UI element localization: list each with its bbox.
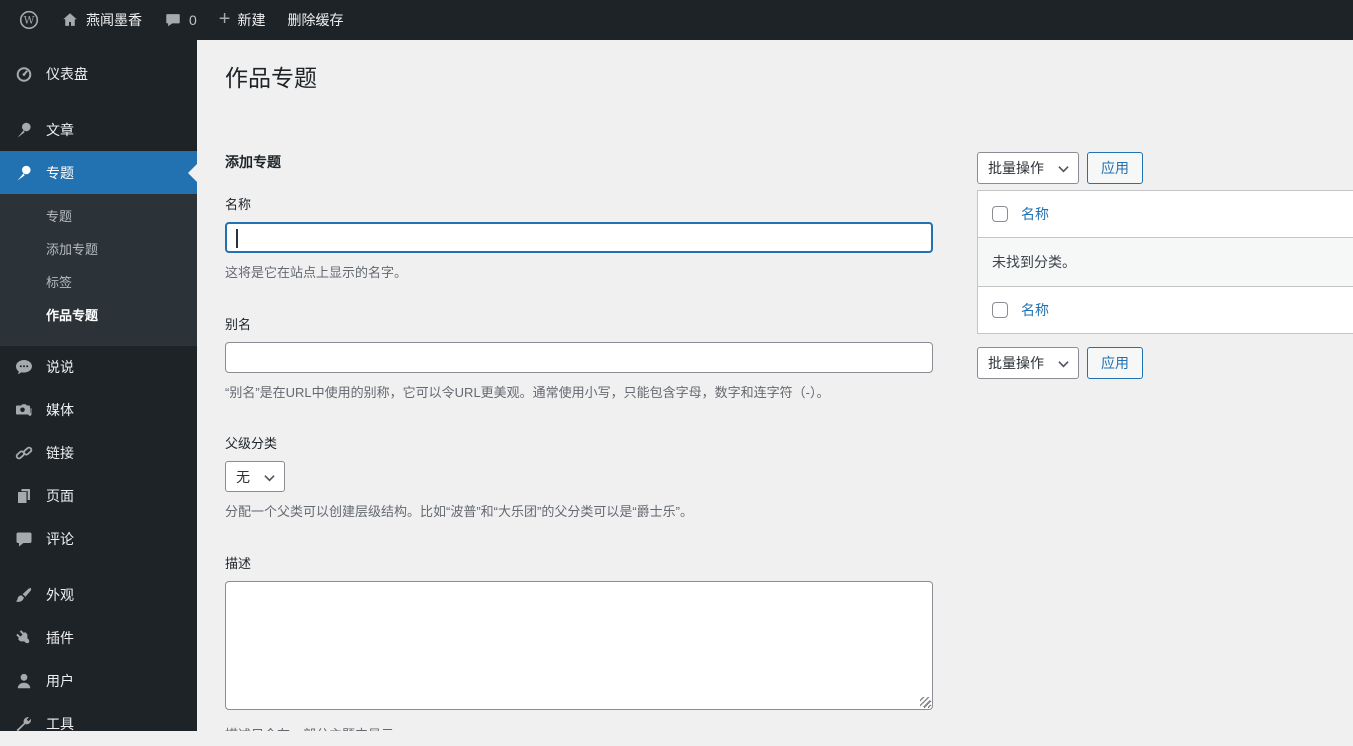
select-all-checkbox[interactable] <box>992 205 1008 222</box>
pin-icon <box>14 163 34 183</box>
parent-category-select[interactable]: 无 <box>225 461 285 493</box>
parent-label: 父级分类 <box>225 436 278 452</box>
slug-input[interactable] <box>225 341 933 373</box>
slug-label: 别名 <box>225 316 252 332</box>
sidebar-item-label: 评论 <box>46 531 74 548</box>
terms-list: 批量操作 应用 名称 未找到分类。 名称 批量操作 应用 <box>977 151 1353 731</box>
empty-row: 未找到分类。 <box>978 236 1353 287</box>
sidebar-item-users[interactable]: 用户 <box>0 660 197 703</box>
submenu-item-topics[interactable]: 专题 <box>0 201 197 234</box>
user-icon <box>14 671 34 691</box>
text-caret <box>236 228 238 248</box>
pin-icon <box>14 120 34 140</box>
form-heading: 添加专题 <box>225 153 281 170</box>
menu-separator <box>0 95 197 108</box>
sidebar-item-label: 媒体 <box>46 402 74 419</box>
slug-help: “别名”是在URL中使用的别称，它可以令URL更美观。通常使用小写，只能包含字母… <box>225 384 830 400</box>
sidebar-item-shuoshuo[interactable]: 说说 <box>0 346 197 389</box>
chat-dots-icon <box>14 357 34 377</box>
site-name-menu[interactable]: 燕闻墨香 <box>50 0 153 40</box>
sidebar-item-label: 工具 <box>46 716 74 733</box>
brush-icon <box>14 585 34 605</box>
link-icon <box>14 443 34 463</box>
sidebar-item-media[interactable]: 媒体 <box>0 389 197 432</box>
sidebar-item-label: 插件 <box>46 630 74 647</box>
description-help: 描述只会在一部分主题中显示。 <box>225 724 933 731</box>
sidebar-item-label: 用户 <box>46 673 74 690</box>
terms-table: 名称 未找到分类。 名称 <box>977 189 1353 334</box>
plus-icon: + <box>218 8 231 30</box>
dashboard-icon <box>14 64 34 84</box>
parent-field: 父级分类 无 分配一个父类可以创建层级结构。比如“波普”和“大乐团”的父分类可以… <box>225 433 933 524</box>
comments-menu[interactable]: 0 <box>153 0 208 40</box>
table-footer-row: 名称 <box>978 287 1353 333</box>
sidebar-item-label: 文章 <box>46 121 74 138</box>
sidebar-item-topics[interactable]: 专题 <box>0 151 197 194</box>
bulk-actions-top: 批量操作 应用 <box>977 151 1353 184</box>
parent-select-value: 无 <box>236 468 250 485</box>
table-header-row: 名称 <box>978 191 1353 237</box>
comment-icon <box>14 529 34 549</box>
submenu-item-add-topic[interactable]: 添加专题 <box>0 234 197 267</box>
slug-field: 别名 “别名”是在URL中使用的别称，它可以令URL更美观。通常使用小写，只能包… <box>225 314 933 405</box>
sidebar-item-tools[interactable]: 工具 <box>0 703 197 746</box>
description-label: 描述 <box>225 556 252 572</box>
site-name-label: 燕闻墨香 <box>86 12 142 28</box>
comment-count: 0 <box>189 12 197 28</box>
new-content-menu[interactable]: + 新建 <box>208 0 277 40</box>
wrench-icon <box>14 714 34 734</box>
add-term-form: 添加专题 名称 这将是它在站点上显示的名字。 别名 “别名”是在URL中使用的别… <box>225 152 933 731</box>
sidebar-item-appearance[interactable]: 外观 <box>0 574 197 617</box>
sidebar-item-label: 链接 <box>46 445 74 462</box>
name-label: 名称 <box>225 196 252 212</box>
submenu-item-tags[interactable]: 标签 <box>0 267 197 300</box>
name-help: 这将是它在站点上显示的名字。 <box>225 264 408 280</box>
wordpress-logo-menu[interactable]: W <box>8 0 50 40</box>
apply-button[interactable]: 应用 <box>1087 346 1143 379</box>
topics-submenu: 专题 添加专题 标签 作品专题 <box>0 194 197 346</box>
delete-cache-label: 删除缓存 <box>287 12 344 28</box>
bulk-actions-select[interactable]: 批量操作 <box>977 346 1079 379</box>
sidebar-item-label: 仪表盘 <box>46 65 88 82</box>
chevron-down-icon <box>1058 160 1069 176</box>
name-column-footer[interactable]: 名称 <box>1021 300 1049 320</box>
chevron-down-icon <box>1058 355 1069 371</box>
apply-button[interactable]: 应用 <box>1087 151 1143 184</box>
submenu-item-work-topics[interactable]: 作品专题 <box>0 300 197 333</box>
parent-help: 分配一个父类可以创建层级结构。比如“波普”和“大乐团”的父分类可以是“爵士乐”。 <box>225 504 693 520</box>
sidebar-item-pages[interactable]: 页面 <box>0 475 197 518</box>
admin-bar: W 燕闻墨香 0 + 新建 删除缓存 <box>0 0 1353 40</box>
sidebar-item-posts[interactable]: 文章 <box>0 108 197 151</box>
svg-text:W: W <box>24 15 35 27</box>
wordpress-logo-icon: W <box>19 10 39 30</box>
sidebar-item-label: 专题 <box>46 164 74 181</box>
sidebar-item-label: 外观 <box>46 587 74 604</box>
sidebar-item-label: 页面 <box>46 488 74 505</box>
pages-icon <box>14 486 34 506</box>
admin-sidebar: 仪表盘 文章 专题 专题 添加专题 标签 作品专题 说说 媒体 链接 页面 评论… <box>0 40 197 732</box>
chevron-down-icon <box>264 469 275 485</box>
name-field: 名称 这将是它在站点上显示的名字。 <box>225 194 933 285</box>
select-all-checkbox[interactable] <box>992 301 1008 318</box>
name-column-header[interactable]: 名称 <box>1021 204 1049 224</box>
sidebar-item-plugins[interactable]: 插件 <box>0 617 197 660</box>
home-icon <box>61 11 79 29</box>
description-field: 描述 描述只会在一部分主题中显示。 <box>225 553 933 731</box>
main-content: 作品专题 添加专题 名称 这将是它在站点上显示的名字。 别名 “别名”是在URL… <box>197 40 1353 731</box>
description-textarea[interactable] <box>225 581 933 711</box>
sidebar-item-links[interactable]: 链接 <box>0 432 197 475</box>
menu-separator <box>0 561 197 574</box>
plugin-icon <box>14 628 34 648</box>
sidebar-item-dashboard[interactable]: 仪表盘 <box>0 52 197 95</box>
bulk-actions-select[interactable]: 批量操作 <box>977 151 1079 184</box>
delete-cache-menu[interactable]: 删除缓存 <box>276 0 354 40</box>
page-title: 作品专题 <box>225 65 317 91</box>
media-icon <box>14 400 34 420</box>
sidebar-item-label: 说说 <box>46 359 74 376</box>
comment-bubble-icon <box>164 11 182 29</box>
sidebar-item-comments[interactable]: 评论 <box>0 518 197 561</box>
bulk-actions-bottom: 批量操作 应用 <box>977 346 1353 379</box>
name-input[interactable] <box>225 221 933 253</box>
new-content-label: 新建 <box>237 12 266 28</box>
